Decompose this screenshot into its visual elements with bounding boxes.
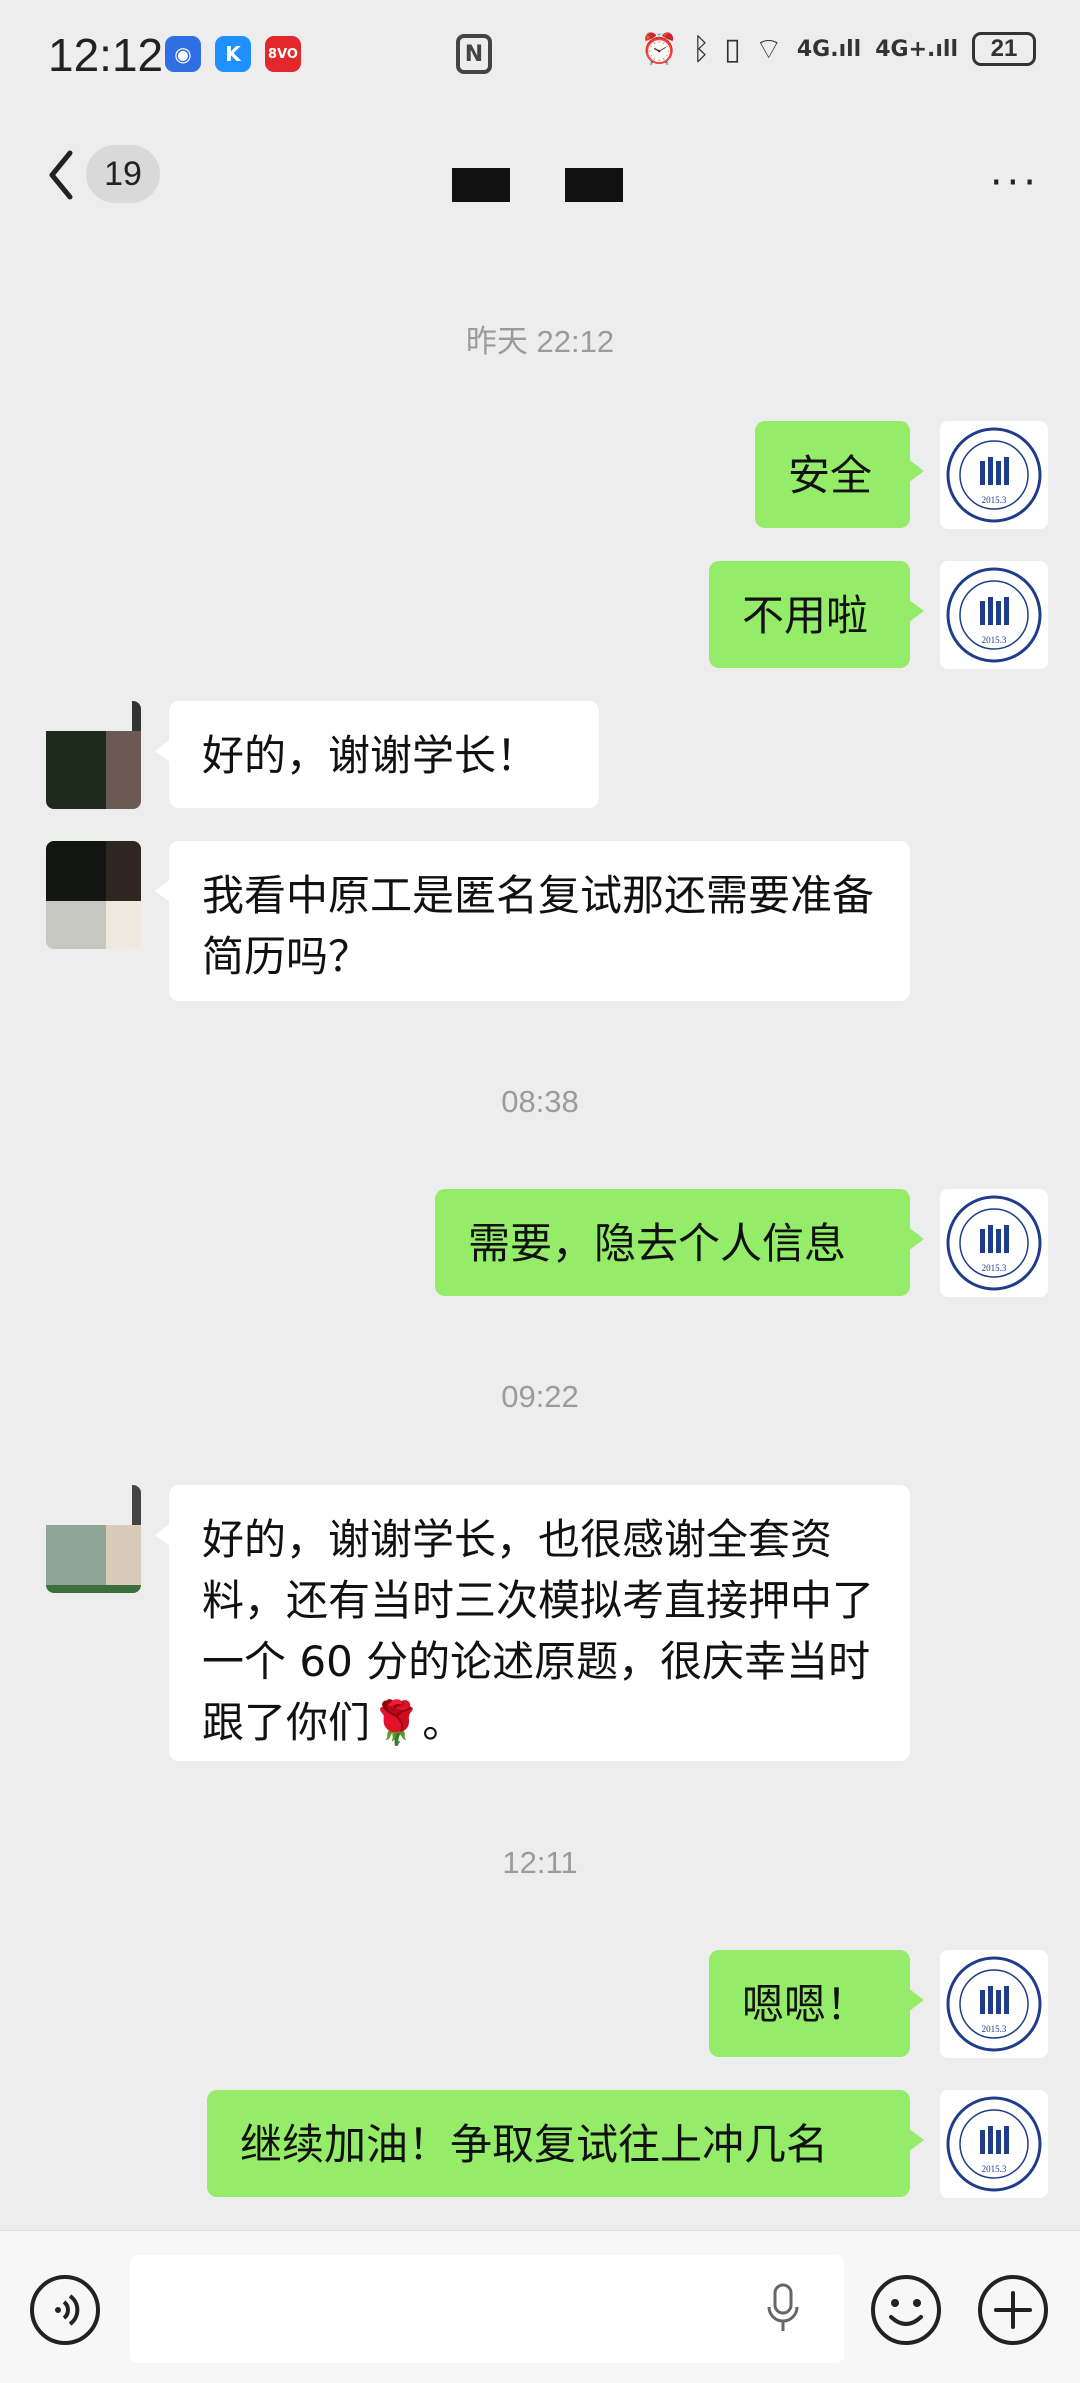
timestamp: 12:11	[502, 1845, 578, 1880]
timestamp: 昨天 22:12	[465, 324, 615, 359]
logo-avatar[interactable]: 2015.3	[940, 1189, 1048, 1297]
timestamp: 09:22	[501, 1379, 579, 1414]
svg-text:2015.3: 2015.3	[982, 1263, 1007, 1273]
logo-avatar[interactable]: 2015.3	[940, 421, 1048, 529]
message-bubble-incoming[interactable]: 好的，谢谢学长，也很感谢全套资料，还有当时三次模拟考直接押中了一个 60 分的论…	[155, 1485, 910, 1761]
logo-avatar[interactable]: 2015.3	[940, 2090, 1048, 2198]
message-bubble-outgoing[interactable]: 安全	[755, 421, 924, 528]
school-logo-icon: 2015.3	[946, 1195, 1042, 1291]
svg-text:2015.3: 2015.3	[982, 495, 1007, 505]
alarm-icon: ⏰	[640, 31, 679, 67]
app-k-icon: K	[215, 36, 251, 72]
svg-text:2015.3: 2015.3	[982, 635, 1007, 645]
message-bubble-outgoing[interactable]: 不用啦	[709, 561, 924, 668]
school-logo-icon: 2015.3	[946, 567, 1042, 663]
back-icon[interactable]	[44, 145, 84, 205]
school-logo-icon: 2015.3	[946, 2096, 1042, 2192]
message-bubble-outgoing[interactable]: 继续加油！争取复试往上冲几名	[207, 2090, 924, 2197]
redacted-title-part-2	[565, 168, 623, 202]
svg-text:2015.3: 2015.3	[982, 2164, 1007, 2174]
app-red-icon: 8VO	[265, 36, 301, 72]
message-bubble-outgoing[interactable]: 需要，隐去个人信息	[435, 1189, 924, 1296]
chat-header: 19 ···	[0, 115, 1080, 235]
contact-avatar[interactable]	[46, 701, 141, 809]
wifi-icon: ⌔	[754, 32, 783, 67]
logo-avatar[interactable]: 2015.3	[940, 1950, 1048, 2058]
bluetooth-icon: ᛒ	[692, 31, 711, 67]
battery-icon: 21	[972, 32, 1036, 66]
timestamp: 08:38	[501, 1084, 579, 1119]
vibrate-icon: ▯	[724, 31, 741, 67]
status-bar: 12:12 ◉ K 8VO N ⏰ ᛒ ▯ ⌔ 4G.ıll 4G+.ıll 2…	[0, 0, 1080, 115]
message-bubble-incoming[interactable]: 我看中原工是匿名复试那还需要准备简历吗？	[155, 841, 910, 1001]
unread-count-badge[interactable]: 19	[86, 145, 160, 203]
redacted-title-part-1	[452, 168, 510, 202]
contact-avatar[interactable]	[46, 1485, 141, 1593]
plus-icon[interactable]	[976, 2273, 1050, 2347]
logo-avatar[interactable]: 2015.3	[940, 561, 1048, 669]
message-bubble-outgoing[interactable]: 嗯嗯！	[709, 1950, 924, 2057]
status-time: 12:12	[48, 29, 164, 81]
microphone-icon[interactable]	[765, 2281, 801, 2337]
emoji-icon[interactable]	[869, 2273, 943, 2347]
message-input[interactable]	[130, 2255, 844, 2363]
contact-avatar[interactable]	[46, 841, 141, 949]
school-logo-icon: 2015.3	[946, 427, 1042, 523]
svg-text:2015.3: 2015.3	[982, 2024, 1007, 2034]
voice-input-icon[interactable]	[28, 2273, 102, 2347]
more-options-icon[interactable]: ···	[990, 160, 1040, 206]
message-bubble-incoming[interactable]: 好的，谢谢学长！	[155, 701, 599, 808]
nfc-icon: N	[456, 34, 492, 74]
cell-signal-2-icon: 4G+.ıll	[875, 36, 958, 62]
school-logo-icon: 2015.3	[946, 1956, 1042, 2052]
cell-signal-icon: 4G.ıll	[796, 36, 862, 62]
input-bar	[0, 2230, 1080, 2383]
app-notification-icon: ◉	[165, 36, 201, 72]
